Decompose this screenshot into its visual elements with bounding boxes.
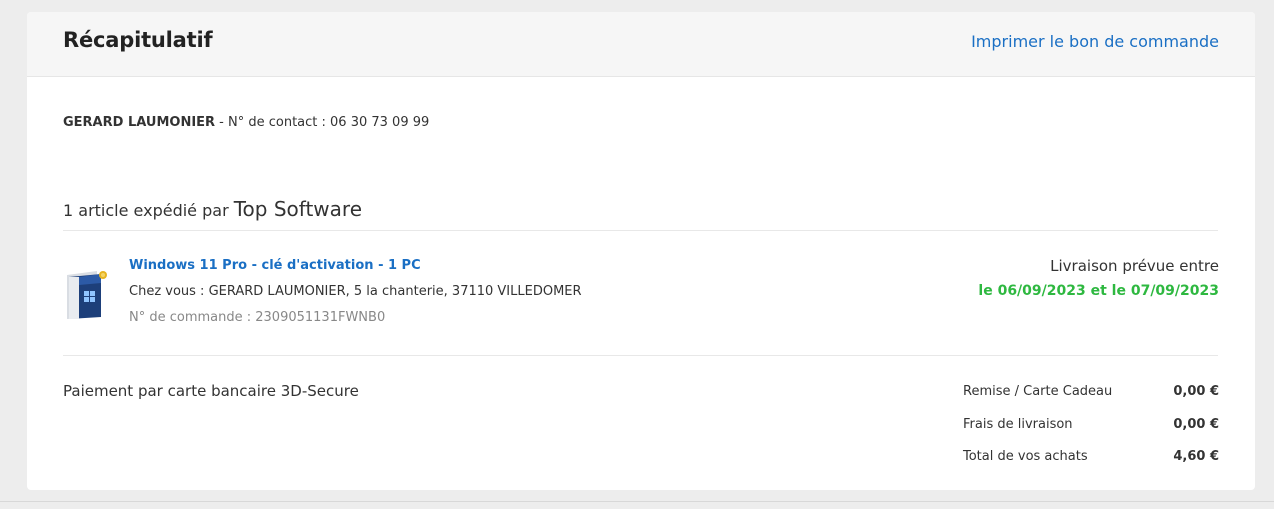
shipment-prefix: 1 article expédié par	[63, 201, 234, 220]
shipment-heading: 1 article expédié par Top Software	[63, 197, 362, 221]
totals-label: Frais de livraison	[963, 416, 1073, 432]
totals-row-shipping: Frais de livraison 0,00 €	[963, 415, 1219, 448]
order-number: N° de commande : 2309051131FWNB0	[129, 310, 386, 325]
product-name-link[interactable]: Windows 11 Pro - clé d'activation - 1 PC	[129, 258, 421, 273]
print-order-link[interactable]: Imprimer le bon de commande	[971, 32, 1219, 51]
totals-row-total: Total de vos achats 4,60 €	[963, 447, 1219, 480]
totals-label: Remise / Carte Cadeau	[963, 384, 1113, 399]
page-divider	[0, 501, 1274, 502]
windows-box-icon[interactable]	[63, 267, 111, 321]
totals-label: Total de vos achats	[963, 449, 1088, 464]
totals-row-discount: Remise / Carte Cadeau 0,00 €	[963, 382, 1219, 415]
divider	[63, 230, 1218, 231]
totals-value: 0,00 €	[1173, 416, 1219, 432]
order-summary-card: Récapitulatif Imprimer le bon de command…	[27, 12, 1255, 490]
contact-details: - N° de contact : 06 30 73 09 99	[215, 115, 430, 130]
contact-line: GERARD LAUMONIER - N° de contact : 06 30…	[63, 115, 429, 130]
delivery-address: Chez vous : GERARD LAUMONIER, 5 la chant…	[129, 284, 582, 299]
customer-name: GERARD LAUMONIER	[63, 115, 216, 130]
divider	[63, 355, 1218, 356]
seller-name: Top Software	[233, 197, 363, 221]
page-title: Récapitulatif	[63, 28, 213, 52]
totals-table: Remise / Carte Cadeau 0,00 € Frais de li…	[963, 382, 1219, 480]
totals-value: 0,00 €	[1173, 384, 1219, 399]
card-header: Récapitulatif Imprimer le bon de command…	[27, 12, 1255, 77]
delivery-dates: le 06/09/2023 et le 07/09/2023	[978, 283, 1219, 299]
totals-value: 4,60 €	[1173, 449, 1219, 464]
payment-method: Paiement par carte bancaire 3D-Secure	[63, 382, 359, 400]
delivery-label: Livraison prévue entre	[1050, 257, 1219, 275]
